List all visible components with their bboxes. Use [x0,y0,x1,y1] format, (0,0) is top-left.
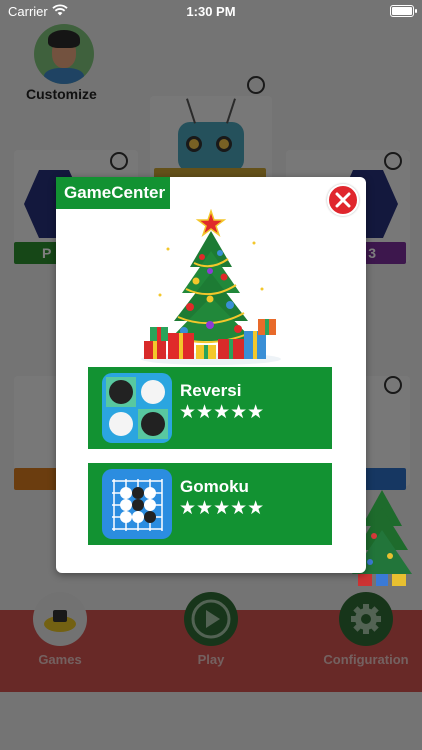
game-card-reversi[interactable]: Reversi ★★★★★ [88,367,332,449]
star-rating-reversi: ★★★★★ [179,401,265,423]
status-time: 1:30 PM [186,4,236,19]
game-card-gomoku[interactable]: Gomoku ★★★★★ [88,463,332,545]
gomoku-board-icon [102,469,172,539]
gamecenter-dialog: GameCenter Reversi ★★★★★ Gomoku ★★★★★ [56,177,366,573]
christmas-tree-icon [141,209,281,365]
status-bar: Carrier 1:30 PM [0,0,422,24]
star-rating-gomoku: ★★★★★ [179,497,265,519]
game-name-gomoku: Gomoku [180,477,249,496]
reversi-board-icon [102,373,172,443]
dialog-title: GameCenter [56,177,170,209]
close-icon [335,192,351,208]
game-name-reversi: Reversi [180,381,242,400]
close-button[interactable] [327,184,359,216]
battery-icon [390,5,417,17]
